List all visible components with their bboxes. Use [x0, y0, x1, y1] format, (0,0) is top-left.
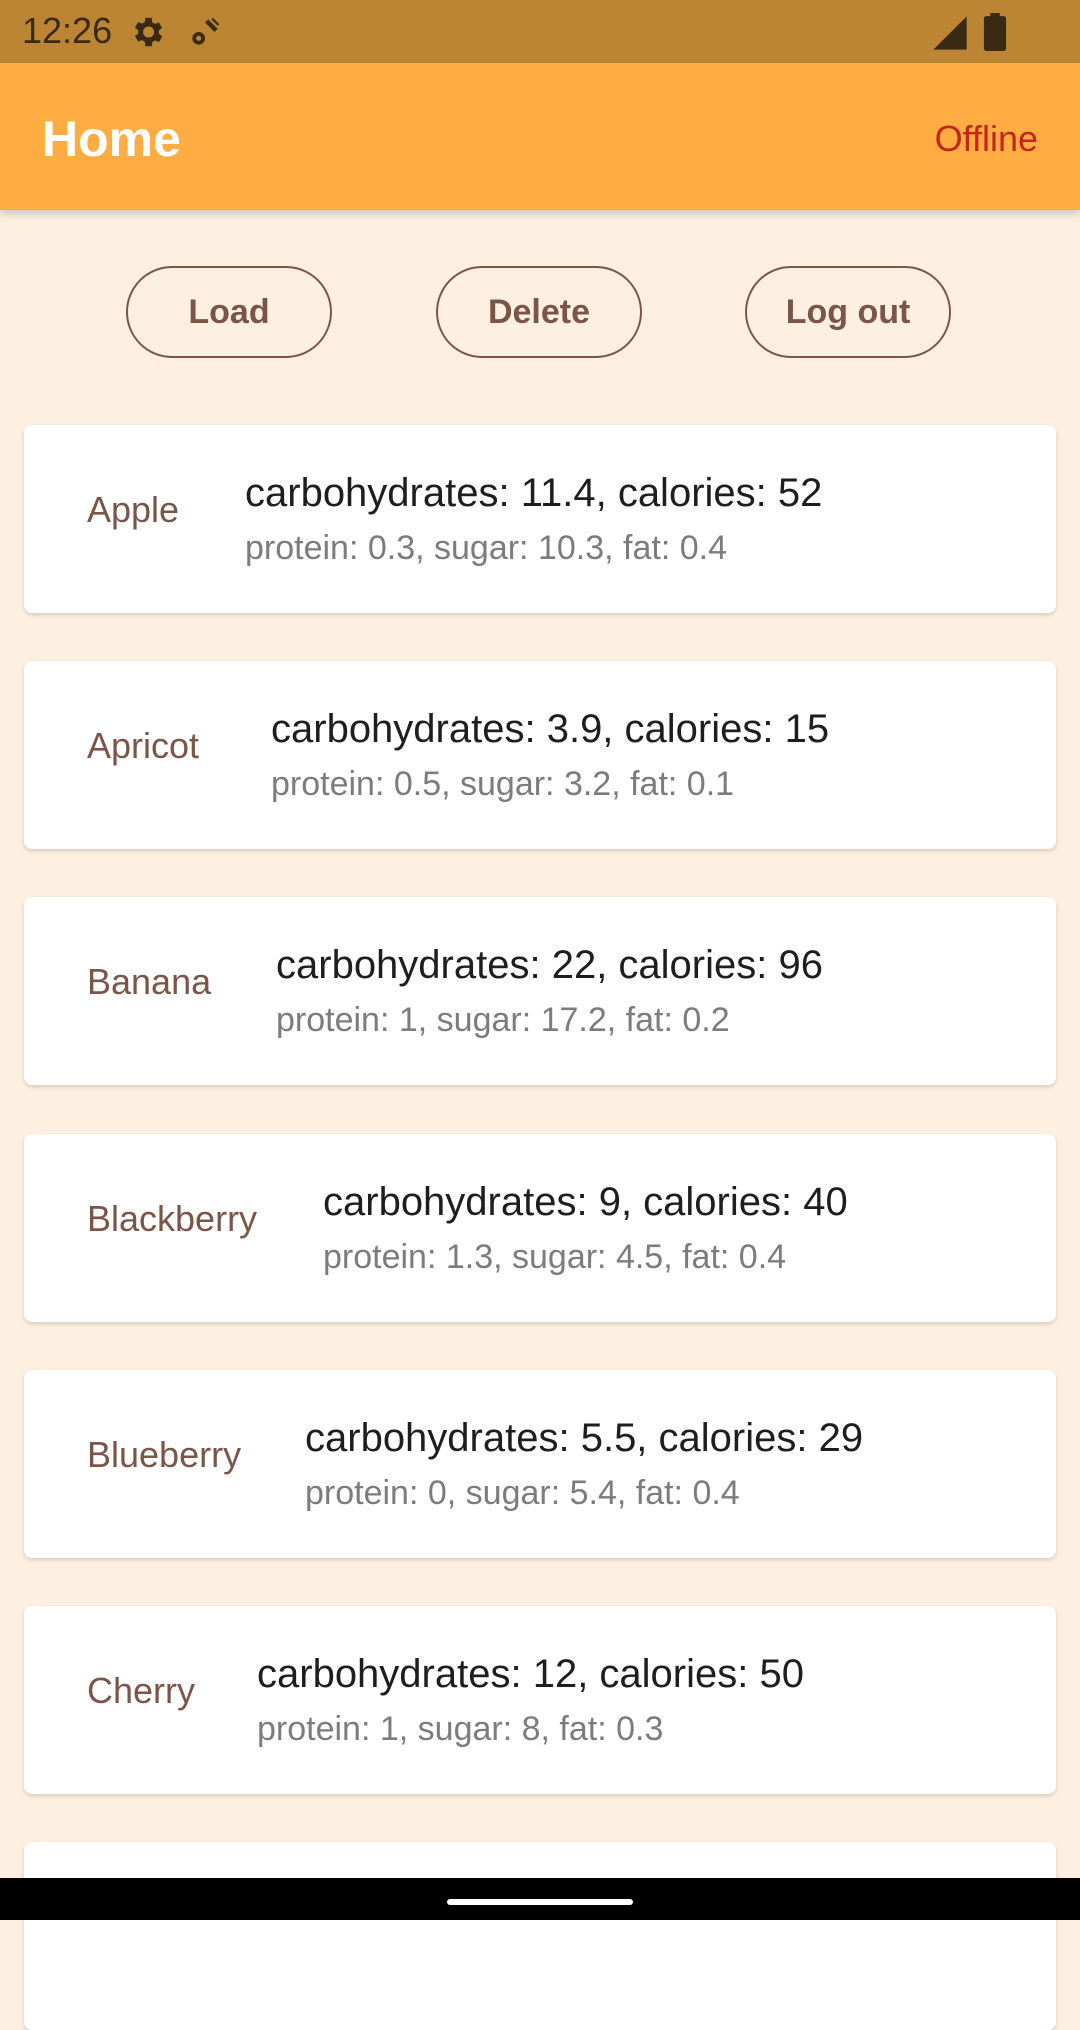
list-item[interactable]: Blueberry carbohydrates: 5.5, calories: … — [24, 1370, 1056, 1558]
food-name: Banana — [87, 961, 212, 1002]
logout-button[interactable]: Log out — [745, 266, 951, 358]
status-bar: 12:26 — [0, 0, 1080, 63]
food-protein-sugar-fat: protein: 0, sugar: 5.4, fat: 0.4 — [305, 1474, 740, 1512]
signal-icon — [933, 16, 967, 50]
list-item-partial[interactable] — [24, 1842, 1056, 2030]
food-name: Apple — [87, 489, 180, 530]
battery-icon — [983, 13, 1007, 51]
list-item[interactable]: Apple carbohydrates: 11.4, calories: 52 … — [24, 425, 1056, 613]
list-item[interactable]: Banana carbohydrates: 22, calories: 96 p… — [24, 897, 1056, 1085]
food-carbs-calories: carbohydrates: 3.9, calories: 15 — [271, 707, 830, 751]
app-bar: Home Offline — [0, 63, 1080, 210]
food-carbs-calories: carbohydrates: 5.5, calories: 29 — [305, 1416, 864, 1460]
food-protein-sugar-fat: protein: 0.3, sugar: 10.3, fat: 0.4 — [245, 529, 727, 567]
food-carbs-calories: carbohydrates: 12, calories: 50 — [257, 1652, 804, 1696]
settings-gear-icon — [134, 17, 163, 47]
food-protein-sugar-fat: protein: 1, sugar: 8, fat: 0.3 — [257, 1710, 664, 1748]
offline-status-label: Offline — [934, 118, 1038, 159]
food-name: Cherry — [87, 1670, 196, 1711]
food-protein-sugar-fat: protein: 0.5, sugar: 3.2, fat: 0.1 — [271, 765, 735, 803]
food-name: Apricot — [87, 725, 200, 766]
food-name: Blackberry — [87, 1198, 258, 1239]
home-gesture-handle[interactable] — [447, 1899, 633, 1905]
cast-settings-icon — [192, 17, 220, 45]
list-item[interactable]: Cherry carbohydrates: 12, calories: 50 p… — [24, 1606, 1056, 1794]
load-button[interactable]: Load — [126, 266, 332, 358]
food-carbs-calories: carbohydrates: 11.4, calories: 52 — [245, 471, 823, 515]
status-time: 12:26 — [22, 10, 113, 51]
list-item[interactable]: Apricot carbohydrates: 3.9, calories: 15… — [24, 661, 1056, 849]
food-protein-sugar-fat: protein: 1.3, sugar: 4.5, fat: 0.4 — [323, 1238, 787, 1276]
list-item[interactable]: Blackberry carbohydrates: 9, calories: 4… — [24, 1134, 1056, 1322]
food-carbs-calories: carbohydrates: 22, calories: 96 — [276, 943, 823, 987]
food-name: Blueberry — [87, 1434, 242, 1475]
delete-button[interactable]: Delete — [436, 266, 642, 358]
food-protein-sugar-fat: protein: 1, sugar: 17.2, fat: 0.2 — [276, 1001, 730, 1039]
page-title: Home — [42, 111, 181, 167]
food-carbs-calories: carbohydrates: 9, calories: 40 — [323, 1180, 848, 1224]
